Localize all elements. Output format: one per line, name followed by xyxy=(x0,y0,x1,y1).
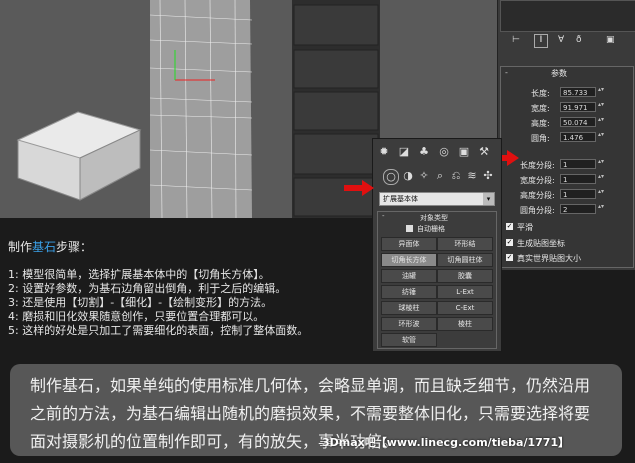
geometry-icon[interactable]: ○ xyxy=(383,169,399,185)
show-end-result-icon[interactable]: I xyxy=(534,34,548,48)
red-arrow-icon xyxy=(344,180,374,196)
pin-stack-icon[interactable]: ⊢ xyxy=(512,35,520,45)
height-label: 高度: xyxy=(531,119,550,128)
rollout-collapse-icon[interactable]: - xyxy=(382,212,385,220)
hierarchy-tab-icon[interactable]: ♣ xyxy=(417,145,431,159)
smooth-checkbox[interactable]: ✓ xyxy=(506,223,513,230)
modify-tab-icon[interactable]: ◪ xyxy=(397,145,411,159)
fillet-segs-spinner[interactable]: 2 xyxy=(560,204,596,214)
heading-suffix: 步骤： xyxy=(56,240,93,254)
ringwave-button[interactable]: 环形波 xyxy=(381,317,437,331)
chevron-down-icon[interactable]: ▾ xyxy=(483,193,494,205)
category-dropdown[interactable]: 扩展基本体 ▾ xyxy=(379,192,495,206)
length-segs-label: 长度分段: xyxy=(520,161,555,170)
autogrid-checkbox[interactable] xyxy=(406,225,413,232)
capsule-button[interactable]: 胶囊 xyxy=(437,269,493,283)
caption-line-1: 制作基石，如果单纯的使用标准几何体，会略显单调，而且缺乏细节，仍然沿用 xyxy=(30,376,591,395)
height-segs-spinner[interactable]: 1 xyxy=(560,189,596,199)
gen-map-label: 生成贴图坐标 xyxy=(517,239,565,248)
chamfer-box-button[interactable]: 切角长方体 xyxy=(381,253,437,267)
autogrid-label: 自动栅格 xyxy=(417,225,445,233)
create-command-panel: ✹ ◪ ♣ ◎ ▣ ⚒ ○ ◑ ✧ ⌕ ⎌ ≋ ✣ 扩展基本体 ▾ - 对象类型… xyxy=(372,138,502,352)
height-segs-label: 高度分段: xyxy=(520,191,555,200)
spinner-arrows-icon[interactable]: ▴▾ xyxy=(598,102,604,112)
oil-tank-button[interactable]: 油罐 xyxy=(381,269,437,283)
width-segs-spinner[interactable]: 1 xyxy=(560,174,596,184)
stack-toolbar: ⊢ I ∀ ð ▣ xyxy=(506,34,626,48)
height-spinner[interactable]: 50.074 xyxy=(560,117,596,127)
configure-sets-icon[interactable]: ▣ xyxy=(606,35,615,45)
fillet-spinner[interactable]: 1.476 xyxy=(560,132,596,142)
length-spinner[interactable]: 85.733 xyxy=(560,87,596,97)
spinner-arrows-icon[interactable]: ▴▾ xyxy=(598,132,604,142)
watermark: 3Dmax吧【www.linecg.com/tieba/1771】 xyxy=(322,436,570,449)
prism-button[interactable]: 棱柱 xyxy=(437,317,493,331)
heading-prefix: 制作 xyxy=(8,240,33,254)
spindle-button[interactable]: 纺锤 xyxy=(381,285,437,299)
chamfer-cyl-button[interactable]: 切角圆柱体 xyxy=(437,253,493,267)
modifier-stack-view[interactable] xyxy=(500,0,635,32)
gen-map-checkbox[interactable]: ✓ xyxy=(506,239,513,246)
fillet-label: 圆角: xyxy=(531,134,550,143)
parameters-panel: ⊢ I ∀ ð ▣ - 参数 长度: 85.733 ▴▾ 宽度: 91.971 … xyxy=(497,0,635,270)
systems-icon[interactable]: ✣ xyxy=(481,169,495,183)
heading-highlight: 基石 xyxy=(32,240,57,254)
real-world-label: 真实世界贴图大小 xyxy=(517,254,581,263)
width-label: 宽度: xyxy=(531,104,550,113)
object-type-title: 对象类型 xyxy=(420,214,448,222)
fillet-segs-label: 圆角分段: xyxy=(520,206,555,215)
caption-line-2: 之前的方法，为基石编辑出随机的磨损效果，不需要整体旧化，只需要选择将要 xyxy=(30,404,591,423)
cameras-icon[interactable]: ⌕ xyxy=(433,169,447,183)
display-tab-icon[interactable]: ▣ xyxy=(457,145,471,159)
motion-tab-icon[interactable]: ◎ xyxy=(437,145,451,159)
torus-knot-button[interactable]: 环形结 xyxy=(437,237,493,251)
create-tab-icon[interactable]: ✹ xyxy=(377,145,391,159)
utilities-tab-icon[interactable]: ⚒ xyxy=(477,145,491,159)
c-ext-button[interactable]: C-Ext xyxy=(437,301,493,315)
smooth-label: 平滑 xyxy=(517,223,533,232)
category-dropdown-value: 扩展基本体 xyxy=(383,195,418,203)
real-world-checkbox[interactable]: ✓ xyxy=(506,254,513,261)
length-segs-spinner[interactable]: 1 xyxy=(560,159,596,169)
rollout-collapse-icon[interactable]: - xyxy=(505,68,508,77)
shapes-icon[interactable]: ◑ xyxy=(401,169,415,183)
spinner-arrows-icon[interactable]: ▴▾ xyxy=(598,159,604,169)
spinner-arrows-icon[interactable]: ▴▾ xyxy=(598,117,604,127)
length-label: 长度: xyxy=(531,89,550,98)
helpers-icon[interactable]: ⎌ xyxy=(449,169,463,183)
spacewarps-icon[interactable]: ≋ xyxy=(465,169,479,183)
rollout-title: 参数 xyxy=(551,69,567,78)
gengon-button[interactable]: 球棱柱 xyxy=(381,301,437,315)
spinner-arrows-icon[interactable]: ▴▾ xyxy=(598,204,604,214)
remove-modifier-icon[interactable]: ð xyxy=(576,35,582,45)
spinner-arrows-icon[interactable]: ▴▾ xyxy=(598,87,604,97)
step-5: 5: 这样的好处是只加工了需要细化的表面，控制了整体面数。 xyxy=(8,324,309,337)
l-ext-button[interactable]: L-Ext xyxy=(437,285,493,299)
spinner-arrows-icon[interactable]: ▴▾ xyxy=(598,174,604,184)
width-segs-label: 宽度分段: xyxy=(520,176,555,185)
hose-button[interactable]: 软管 xyxy=(381,333,437,347)
hedra-button[interactable]: 异面体 xyxy=(381,237,437,251)
lights-icon[interactable]: ✧ xyxy=(417,169,431,183)
spinner-arrows-icon[interactable]: ▴▾ xyxy=(598,189,604,199)
width-spinner[interactable]: 91.971 xyxy=(560,102,596,112)
page-heading: 制作基石步骤： xyxy=(8,238,92,255)
make-unique-icon[interactable]: ∀ xyxy=(558,35,564,45)
